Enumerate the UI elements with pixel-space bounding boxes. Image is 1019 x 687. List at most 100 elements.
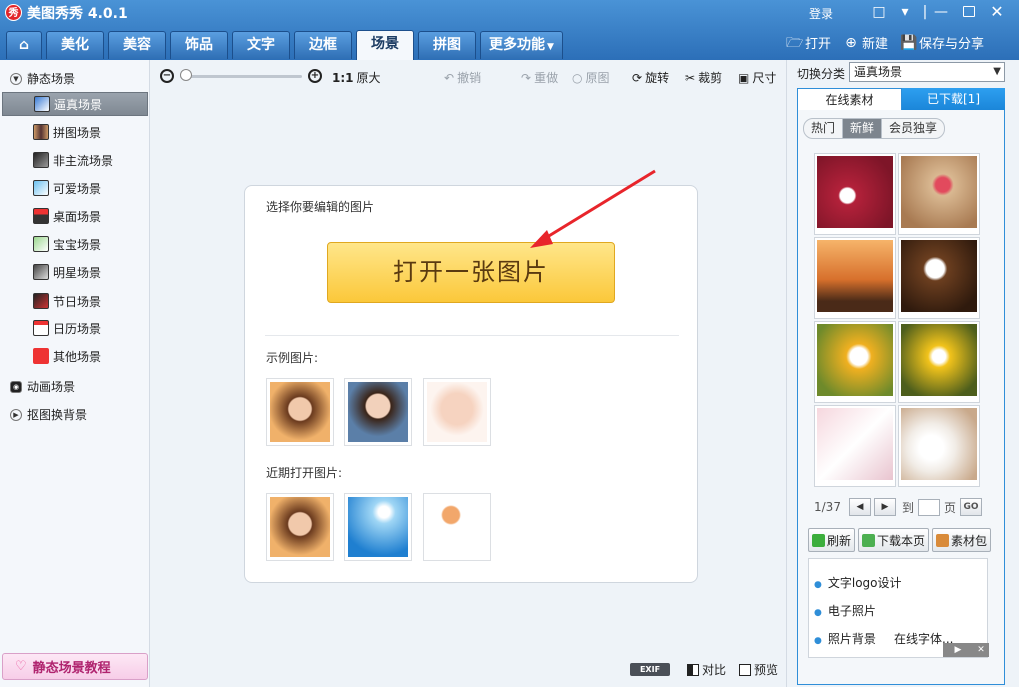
tab-downloaded[interactable]: 已下载[1]: [902, 88, 1005, 110]
pointer-arrow: [530, 169, 656, 248]
recent-photo[interactable]: [266, 493, 334, 561]
login-link[interactable]: 登录: [809, 5, 833, 22]
resize-button[interactable]: ▣ 尺寸: [738, 69, 776, 86]
next-page-button[interactable]: ▶: [873, 498, 896, 516]
example-photo[interactable]: [266, 378, 334, 446]
new-button[interactable]: ⊕ 新建: [843, 33, 888, 53]
chip-hot[interactable]: 热门: [804, 119, 844, 138]
tab-text[interactable]: 文字: [232, 31, 290, 59]
zoom-slider[interactable]: [180, 75, 302, 78]
tab-collage[interactable]: 拼图: [418, 31, 476, 59]
recent-photo[interactable]: [423, 493, 491, 561]
zoom-out-icon[interactable]: −: [160, 69, 174, 83]
open-button[interactable]: 🗁 打开: [786, 33, 831, 53]
material-thumb[interactable]: [814, 237, 896, 319]
page-input[interactable]: [917, 498, 940, 516]
go-button[interactable]: GO: [959, 498, 982, 516]
redo-button[interactable]: ↷ 重做: [521, 69, 558, 86]
maximize-button[interactable]: [958, 2, 980, 22]
promo-link[interactable]: ● 电子照片: [814, 602, 876, 619]
redo-icon: ↷: [521, 70, 532, 85]
app-logo: 秀: [5, 4, 22, 21]
material-thumb[interactable]: [814, 321, 896, 403]
material-thumb[interactable]: [898, 153, 980, 235]
example-photo[interactable]: [423, 378, 491, 446]
tab-scene[interactable]: 场景: [356, 30, 414, 60]
sidebar-item-desktop[interactable]: 桌面场景: [2, 204, 148, 228]
zoom-in-icon[interactable]: +: [308, 69, 322, 83]
chip-new[interactable]: 新鲜: [843, 119, 883, 138]
crop-button[interactable]: ✂ 裁剪: [685, 69, 722, 86]
sidebar-item-cute[interactable]: 可爱场景: [2, 176, 148, 200]
rotate-button[interactable]: ⟳ 旋转: [632, 69, 669, 86]
exif-button[interactable]: EXIF: [630, 663, 670, 676]
sidebar-item-holiday[interactable]: 节日场景: [2, 289, 148, 313]
material-thumb[interactable]: [898, 405, 980, 487]
tab-online[interactable]: 在线素材: [797, 88, 902, 110]
category-select[interactable]: 逼真场景 ▼: [849, 62, 1005, 82]
crop-label: 裁剪: [698, 71, 723, 85]
recent-photo-image: [270, 497, 330, 557]
sidebar-item-baby[interactable]: 宝宝场景: [2, 232, 148, 256]
message-icon[interactable]: □: [868, 2, 890, 22]
sidebar-item-collage[interactable]: 拼图场景: [2, 120, 148, 144]
promo-link[interactable]: ● 文字logo设计: [814, 574, 902, 591]
original-button[interactable]: ○ 原图: [572, 69, 610, 86]
download-page-button[interactable]: 下载本页: [858, 528, 930, 552]
sidebar-item-label: 其他场景: [53, 349, 102, 364]
recent-photo[interactable]: [344, 493, 412, 561]
close-icon[interactable]: ✕: [973, 643, 989, 657]
edit-toolbar: − + 1:1 原大 ↶ 撤销 ↷ 重做 ○ 原图 ⟳ 旋转 ✂ 裁剪 ▣ 尺寸: [150, 60, 786, 92]
sidebar-item-label: 可爱场景: [53, 181, 102, 196]
sidebar-item-label: 非主流场景: [53, 153, 114, 168]
preview-icon: [739, 663, 751, 676]
sidebar-item-realistic[interactable]: 逼真场景: [2, 92, 148, 116]
material-thumb[interactable]: [898, 237, 980, 319]
sidebar-item-other[interactable]: 其他场景: [2, 344, 148, 368]
more-features-tab[interactable]: 更多功能 ▼: [480, 31, 563, 59]
plus-icon: ⊕: [845, 34, 857, 51]
menu-icon[interactable]: ▾: [894, 2, 916, 22]
sidebar-item-label: 拼图场景: [53, 125, 102, 140]
undo-label: 撤销: [457, 71, 482, 85]
category-value: 逼真场景: [854, 65, 903, 79]
chip-vip[interactable]: 会员独享: [882, 119, 944, 138]
promo-link-label: 文字logo设计: [827, 576, 902, 590]
category-label: 切换分类: [797, 67, 846, 81]
undo-button[interactable]: ↶ 撤销: [444, 69, 481, 86]
group-static-scene[interactable]: ▼ 静态场景: [10, 70, 75, 87]
save-share-button[interactable]: 💾 保存与分享: [900, 33, 984, 53]
example-photo[interactable]: [344, 378, 412, 446]
promo-link[interactable]: ● 照片背景: [814, 630, 876, 647]
sidebar-item-star[interactable]: 明星场景: [2, 260, 148, 284]
refresh-button[interactable]: 刷新: [808, 528, 856, 552]
tab-accessories[interactable]: 饰品: [170, 31, 228, 59]
scene-thumb-icon: [33, 208, 49, 224]
sidebar-item-nonmainstream[interactable]: 非主流场景: [2, 148, 148, 172]
original-size-button[interactable]: 1:1 原大: [332, 69, 381, 86]
tab-border[interactable]: 边框: [294, 31, 352, 59]
material-thumb[interactable]: [814, 153, 896, 235]
material-thumb[interactable]: [898, 321, 980, 403]
tab-face[interactable]: 美容: [108, 31, 166, 59]
zoom-slider-handle[interactable]: [180, 69, 192, 81]
material-thumb[interactable]: [814, 405, 896, 487]
prev-page-button[interactable]: ◀: [848, 498, 871, 516]
preview-button[interactable]: 预览: [739, 661, 778, 678]
group-animated-scene[interactable]: ◉ 动画场景: [10, 378, 75, 395]
group-cutout[interactable]: ▶ 抠图换背景: [10, 406, 87, 423]
scene-thumb-icon: [33, 236, 49, 252]
home-tab[interactable]: ⌂: [6, 31, 42, 59]
scene-thumb-icon: [33, 124, 49, 140]
promo-link-label: 电子照片: [827, 604, 876, 618]
tab-beautify[interactable]: 美化: [46, 31, 104, 59]
app-title: 美图秀秀 4.0.1: [27, 6, 128, 22]
close-button[interactable]: ✕: [986, 2, 1008, 22]
sidebar-item-calendar[interactable]: 日历场景: [2, 316, 148, 340]
sidebar-item-label: 节日场景: [53, 294, 102, 309]
package-button[interactable]: 素材包: [932, 528, 992, 552]
compare-button[interactable]: 对比: [687, 661, 726, 678]
sidebar-item-label: 逼真场景: [54, 97, 103, 112]
minimize-button[interactable]: —: [930, 2, 952, 22]
tutorial-button[interactable]: ♡ 静态场景教程: [2, 653, 148, 680]
